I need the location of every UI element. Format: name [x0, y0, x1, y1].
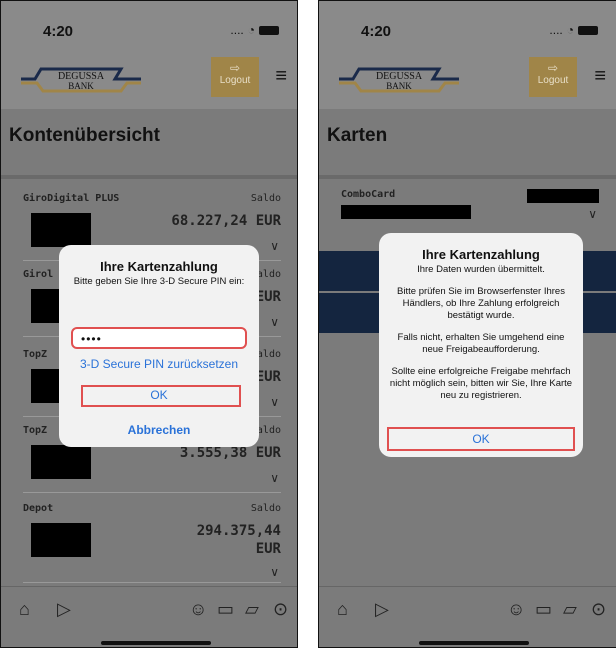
dialog-message: Bitte geben Sie Ihre 3-D Secure PIN ein: [73, 276, 245, 287]
divider [1, 175, 297, 179]
bottom-nav: ⌂ ▷ ☺ ▭ ▱ ⊙ [319, 586, 616, 634]
account-amount: 3.555,38 EUR [179, 445, 281, 461]
logout-icon: ⇨ [229, 61, 241, 75]
document-icon[interactable]: ▱ [563, 599, 577, 620]
account-row[interactable]: Depot Saldo 294.375,44 EUR ∨ [23, 503, 281, 583]
logout-label: Logout [537, 75, 569, 86]
chevron-down-icon[interactable]: ∨ [270, 471, 279, 485]
card-icon[interactable]: ▭ [217, 599, 234, 620]
home-indicator [101, 641, 211, 645]
redacted-block [31, 523, 91, 557]
app-header: DEGUSSA BANK ⇨ Logout ≡ [1, 45, 297, 109]
account-amount: EUR [255, 369, 281, 385]
chevron-down-icon[interactable]: ∨ [588, 207, 597, 221]
status-bar: 4:20 .... ◔ [1, 1, 297, 45]
logout-button[interactable]: ⇨ Logout [211, 57, 259, 97]
transfer-icon[interactable]: ▷ [375, 599, 389, 620]
pin-dialog: Ihre Kartenzahlung Bitte geben Sie Ihre … [59, 245, 259, 447]
status-icons: .... ◔ [549, 23, 598, 37]
status-bar: 4:20 .... ◔ [319, 1, 616, 45]
home-icon[interactable]: ⌂ [19, 599, 30, 620]
status-time: 4:20 [361, 23, 392, 40]
ok-button[interactable]: OK [59, 388, 259, 402]
reset-pin-link[interactable]: 3-D Secure PIN zurücksetzen [59, 357, 259, 371]
status-time: 4:20 [43, 23, 74, 40]
battery-icon [578, 25, 598, 35]
phone-screen-accounts: 4:20 .... ◔ DEGUSSA BANK ⇨ Logout ≡ Kont… [0, 0, 298, 648]
account-amount: 294.375,44 [196, 523, 281, 539]
dialog-para1: Bitte prüfen Sie im Browserfenster Ihres… [397, 286, 565, 321]
hamburger-menu-icon[interactable]: ≡ [594, 65, 606, 88]
brand-line2: BANK [386, 81, 412, 91]
confirmation-dialog: Ihre Kartenzahlung Ihre Daten wurden übe… [379, 233, 583, 457]
battery-icon [259, 25, 279, 35]
card-name: ComboCard [341, 189, 396, 200]
card-icon[interactable]: ▭ [535, 599, 552, 620]
redacted-block [341, 205, 471, 219]
degussa-bank-logo: DEGUSSA BANK [21, 67, 141, 93]
account-name: Girol [23, 269, 54, 280]
chevron-down-icon[interactable]: ∨ [270, 565, 279, 579]
divider [319, 175, 616, 179]
more-icon[interactable]: ⊙ [273, 599, 288, 620]
redacted-block [527, 189, 599, 203]
cancel-button[interactable]: Abbrechen [59, 423, 259, 437]
chevron-down-icon[interactable]: ∨ [270, 239, 279, 253]
logout-button[interactable]: ⇨ Logout [529, 57, 577, 97]
redacted-block [31, 213, 91, 247]
support-icon[interactable]: ☺ [189, 599, 207, 620]
dialog-title: Ihre Kartenzahlung [422, 247, 540, 262]
logout-icon: ⇨ [547, 61, 559, 75]
wifi-icon: ◔ [566, 23, 574, 37]
account-name: Depot [23, 503, 54, 514]
dialog-para3: Sollte eine erfolgreiche Freigabe mehrfa… [389, 366, 573, 401]
chevron-down-icon[interactable]: ∨ [270, 315, 279, 329]
account-currency: EUR [255, 541, 281, 557]
support-icon[interactable]: ☺ [507, 599, 525, 620]
account-amount: 68.227,24 EUR [171, 213, 281, 229]
transfer-icon[interactable]: ▷ [57, 599, 71, 620]
redacted-block [31, 445, 91, 479]
signal-icon: .... [230, 23, 244, 37]
dialog-para2: Falls nicht, erhalten Sie umgehend eine … [397, 332, 565, 355]
home-icon[interactable]: ⌂ [337, 599, 348, 620]
chevron-down-icon[interactable]: ∨ [270, 395, 279, 409]
account-name: GiroDigital PLUS [23, 193, 120, 204]
wifi-icon: ◔ [247, 23, 255, 37]
account-name: TopZ [23, 349, 48, 360]
phone-screen-cards: 4:20 .... ◔ DEGUSSA BANK ⇨ Logout ≡ Kart… [318, 0, 616, 648]
status-icons: .... ◔ [230, 23, 279, 37]
account-amount: EUR [255, 289, 281, 305]
pin-input[interactable]: •••• [71, 327, 247, 349]
app-header: DEGUSSA BANK ⇨ Logout ≡ [319, 45, 616, 109]
signal-icon: .... [549, 23, 563, 37]
ok-button[interactable]: OK [379, 432, 583, 446]
document-icon[interactable]: ▱ [245, 599, 259, 620]
hamburger-menu-icon[interactable]: ≡ [275, 65, 287, 88]
dialog-title: Ihre Kartenzahlung [100, 259, 218, 274]
dialog-line1: Ihre Daten wurden übermittelt. [417, 264, 545, 275]
bottom-nav: ⌂ ▷ ☺ ▭ ▱ ⊙ [1, 586, 297, 634]
logout-label: Logout [219, 75, 251, 86]
brand-line2: BANK [68, 81, 94, 91]
degussa-bank-logo: DEGUSSA BANK [339, 67, 459, 93]
saldo-label: Saldo [250, 503, 281, 514]
saldo-label: Saldo [250, 193, 281, 204]
account-name: TopZ [23, 425, 48, 436]
page-title: Kontenübersicht [9, 125, 160, 146]
home-indicator [419, 641, 529, 645]
page-title: Karten [327, 125, 388, 146]
more-icon[interactable]: ⊙ [591, 599, 606, 620]
